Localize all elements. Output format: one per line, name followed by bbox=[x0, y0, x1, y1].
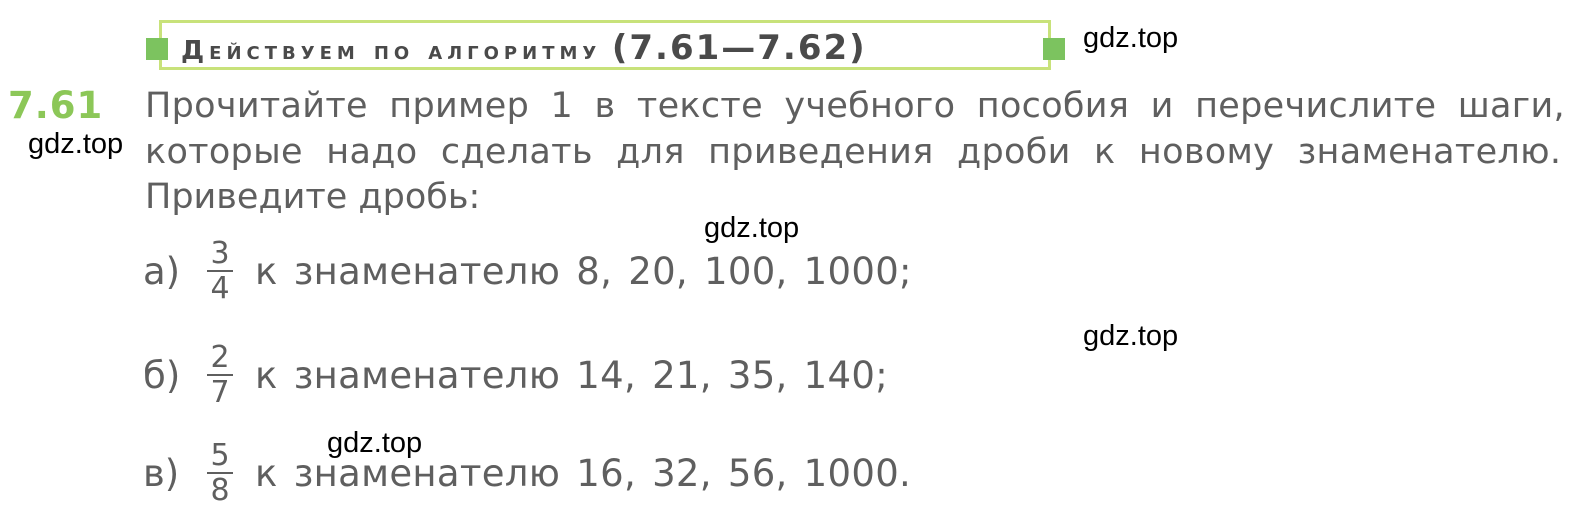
fraction-numerator: 5 bbox=[210, 438, 230, 473]
fraction-denominator: 7 bbox=[210, 375, 230, 410]
fraction-numerator: 2 bbox=[210, 340, 230, 375]
task-item: в) 5 8 к знаменателю 16, 32, 56, 1000. bbox=[143, 440, 911, 506]
watermark: gdz.top bbox=[28, 128, 124, 160]
watermark: gdz.top bbox=[704, 212, 800, 244]
watermark: gdz.top bbox=[1083, 320, 1179, 352]
fraction-numerator: 3 bbox=[210, 236, 230, 271]
section-title-text: Действуем по алгоритму bbox=[181, 36, 602, 66]
item-label: а) bbox=[143, 249, 181, 293]
fraction: 2 7 bbox=[207, 342, 233, 408]
section-title-range: (7.61—7.62) bbox=[611, 28, 867, 68]
item-text: к знаменателю 14, 21, 35, 140; bbox=[255, 353, 888, 397]
item-label: б) bbox=[143, 353, 181, 397]
fraction-denominator: 8 bbox=[210, 473, 230, 508]
banner-right-square-icon bbox=[1043, 38, 1065, 60]
watermark: gdz.top bbox=[1083, 22, 1179, 54]
task-item: б) 2 7 к знаменателю 14, 21, 35, 140; bbox=[143, 342, 888, 408]
item-label: в) bbox=[143, 451, 180, 495]
item-text: к знаменателю 8, 20, 100, 1000; bbox=[255, 249, 912, 293]
task-number: 7.61 bbox=[8, 84, 104, 127]
task-text-line: которые надо сделать для приведения дроб… bbox=[145, 132, 1562, 172]
banner-left-square-icon bbox=[146, 38, 168, 60]
fraction-denominator: 4 bbox=[210, 271, 230, 306]
fraction: 5 8 bbox=[207, 440, 233, 506]
watermark: gdz.top bbox=[327, 427, 423, 459]
fraction: 3 4 bbox=[207, 238, 233, 304]
task-text-line: Прочитайте пример 1 в тексте учебного по… bbox=[145, 86, 1565, 126]
task-text-line: Приведите дробь: bbox=[145, 177, 481, 217]
section-title: Действуем по алгоритму (7.61—7.62) bbox=[181, 28, 867, 68]
task-item: а) 3 4 к знаменателю 8, 20, 100, 1000; bbox=[143, 238, 912, 304]
